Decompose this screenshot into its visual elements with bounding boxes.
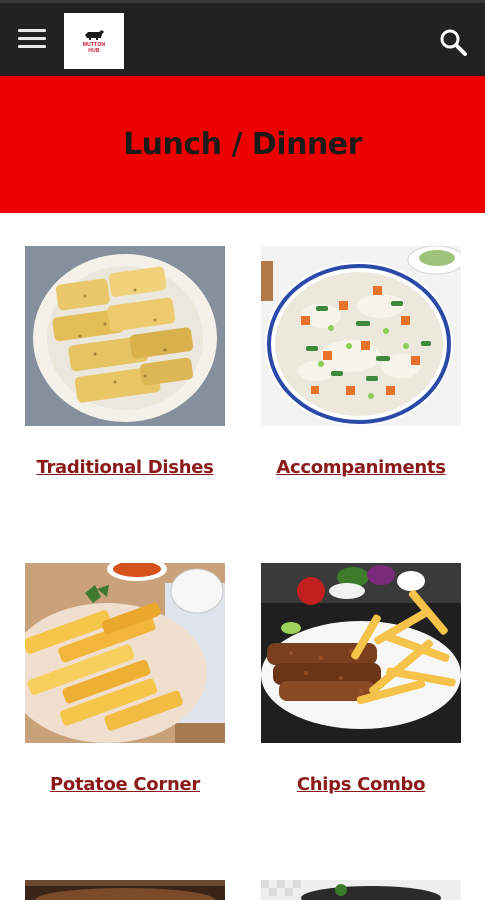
app-toolbar: MUTTON HUB [0,0,485,76]
category-link-accompaniments[interactable]: Accompaniments [261,457,461,478]
page-banner: Lunch / Dinner [0,76,485,213]
potatoe-corner-image[interactable] [7,557,225,743]
category-card-traditional-dishes[interactable]: Traditional Dishes [25,246,225,478]
category-card-partial[interactable] [25,880,225,900]
category-card-accompaniments[interactable]: Accompaniments [261,245,465,478]
category-card-chips-combo[interactable]: Chips Combo [261,563,461,795]
bull-logo-icon [85,29,104,40]
category-link-traditional-dishes[interactable]: Traditional Dishes [25,457,225,478]
partial-dish-image[interactable] [261,880,461,900]
category-card-partial[interactable] [261,880,461,900]
category-card-potatoe-corner[interactable]: Potatoe Corner [7,557,225,795]
accompaniments-image[interactable] [261,245,465,426]
brand-logo[interactable]: MUTTON HUB [64,13,124,69]
menu-icon[interactable] [18,29,46,51]
page-title: Lunch / Dinner [123,127,362,162]
search-icon[interactable] [438,27,468,57]
traditional-dishes-image[interactable] [25,246,225,426]
logo-text: MUTTON HUB [82,41,106,54]
partial-dish-image[interactable] [25,880,225,900]
chips-combo-image[interactable] [261,563,461,743]
category-link-chips-combo[interactable]: Chips Combo [261,774,461,795]
category-link-potatoe-corner[interactable]: Potatoe Corner [25,774,225,795]
